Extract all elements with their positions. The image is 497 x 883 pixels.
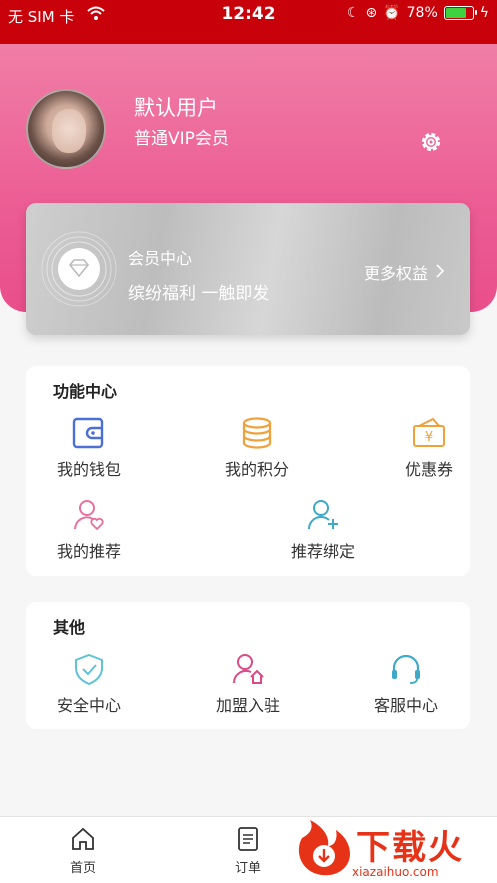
shield-check-icon: [75, 653, 103, 686]
wallet-icon: [72, 417, 104, 449]
coupon-label: 优惠券: [404, 460, 453, 479]
user-heart-icon: [74, 500, 104, 531]
avatar[interactable]: [26, 89, 106, 169]
moon-icon: ☾: [346, 5, 360, 21]
user-add-icon: [307, 500, 338, 530]
watermark-title: 下载火: [356, 828, 464, 868]
watermark-url: xiazaihuo.com: [352, 865, 439, 879]
svg-text:¥: ¥: [425, 430, 433, 445]
diamond-badge-icon: [41, 231, 117, 307]
username: 默认用户: [134, 96, 218, 120]
user-home-icon: [232, 654, 264, 684]
my-wallet-label: 我的钱包: [56, 460, 121, 479]
coupon-item[interactable]: ¥ 优惠券: [369, 416, 489, 480]
franchise-label: 加盟入驻: [215, 696, 280, 715]
order-icon: [238, 827, 258, 851]
function-center-section: 功能中心 我的钱包 我的积分 ¥ 优惠券 我的推荐 推荐绑定: [26, 366, 470, 576]
my-points-label: 我的积分: [224, 460, 289, 479]
home-icon: [72, 827, 94, 850]
avatar-face: [52, 109, 86, 153]
status-bar: 无 SIM 卡 12:42 ☾ ⊛ ⏰ 78% ϟ: [0, 0, 497, 44]
gear-icon[interactable]: [418, 129, 444, 155]
alarm-icon: ⏰: [383, 5, 401, 21]
my-points-item[interactable]: 我的积分: [197, 416, 317, 480]
rotation-lock-icon: ⊛: [365, 5, 378, 21]
headset-icon: [392, 654, 420, 684]
tab-orders[interactable]: 订单: [208, 827, 288, 876]
battery-icon: [443, 6, 477, 20]
member-level: 普通VIP会员: [134, 129, 229, 149]
chevron-right-icon: [436, 263, 445, 282]
tab-orders-label: 订单: [234, 861, 261, 876]
security-center-label: 安全中心: [56, 696, 121, 715]
battery-percent: 78%: [406, 5, 438, 21]
tab-home[interactable]: 首页: [43, 827, 123, 876]
my-referrals-label: 我的推荐: [56, 542, 121, 561]
coins-icon: [242, 417, 272, 449]
coupon-icon: ¥: [413, 417, 445, 447]
my-wallet-item[interactable]: 我的钱包: [29, 416, 149, 480]
battery-fill: [445, 8, 467, 18]
member-center-title: 会员中心: [128, 249, 193, 268]
more-benefits-link[interactable]: 更多权益: [363, 260, 445, 284]
franchise-item[interactable]: 加盟入驻: [188, 652, 308, 716]
member-card[interactable]: 会员中心 缤纷福利 一触即发 更多权益: [26, 203, 470, 335]
tab-home-label: 首页: [69, 861, 96, 876]
referral-binding-label: 推荐绑定: [290, 542, 355, 561]
charging-icon: ϟ: [479, 5, 489, 21]
status-right: ☾ ⊛ ⏰ 78% ϟ: [347, 5, 489, 21]
other-title: 其他: [53, 618, 86, 637]
customer-service-item[interactable]: 客服中心: [346, 652, 466, 716]
more-benefits-label: 更多权益: [363, 264, 428, 283]
member-center-subtitle: 缤纷福利 一触即发: [128, 284, 270, 304]
function-center-title: 功能中心: [53, 382, 118, 401]
my-referrals-item[interactable]: 我的推荐: [29, 498, 149, 562]
security-center-item[interactable]: 安全中心: [29, 652, 149, 716]
customer-service-label: 客服中心: [373, 696, 438, 715]
other-section: 其他 安全中心 加盟入驻 客服中心: [26, 602, 470, 729]
referral-binding-item[interactable]: 推荐绑定: [263, 498, 383, 562]
